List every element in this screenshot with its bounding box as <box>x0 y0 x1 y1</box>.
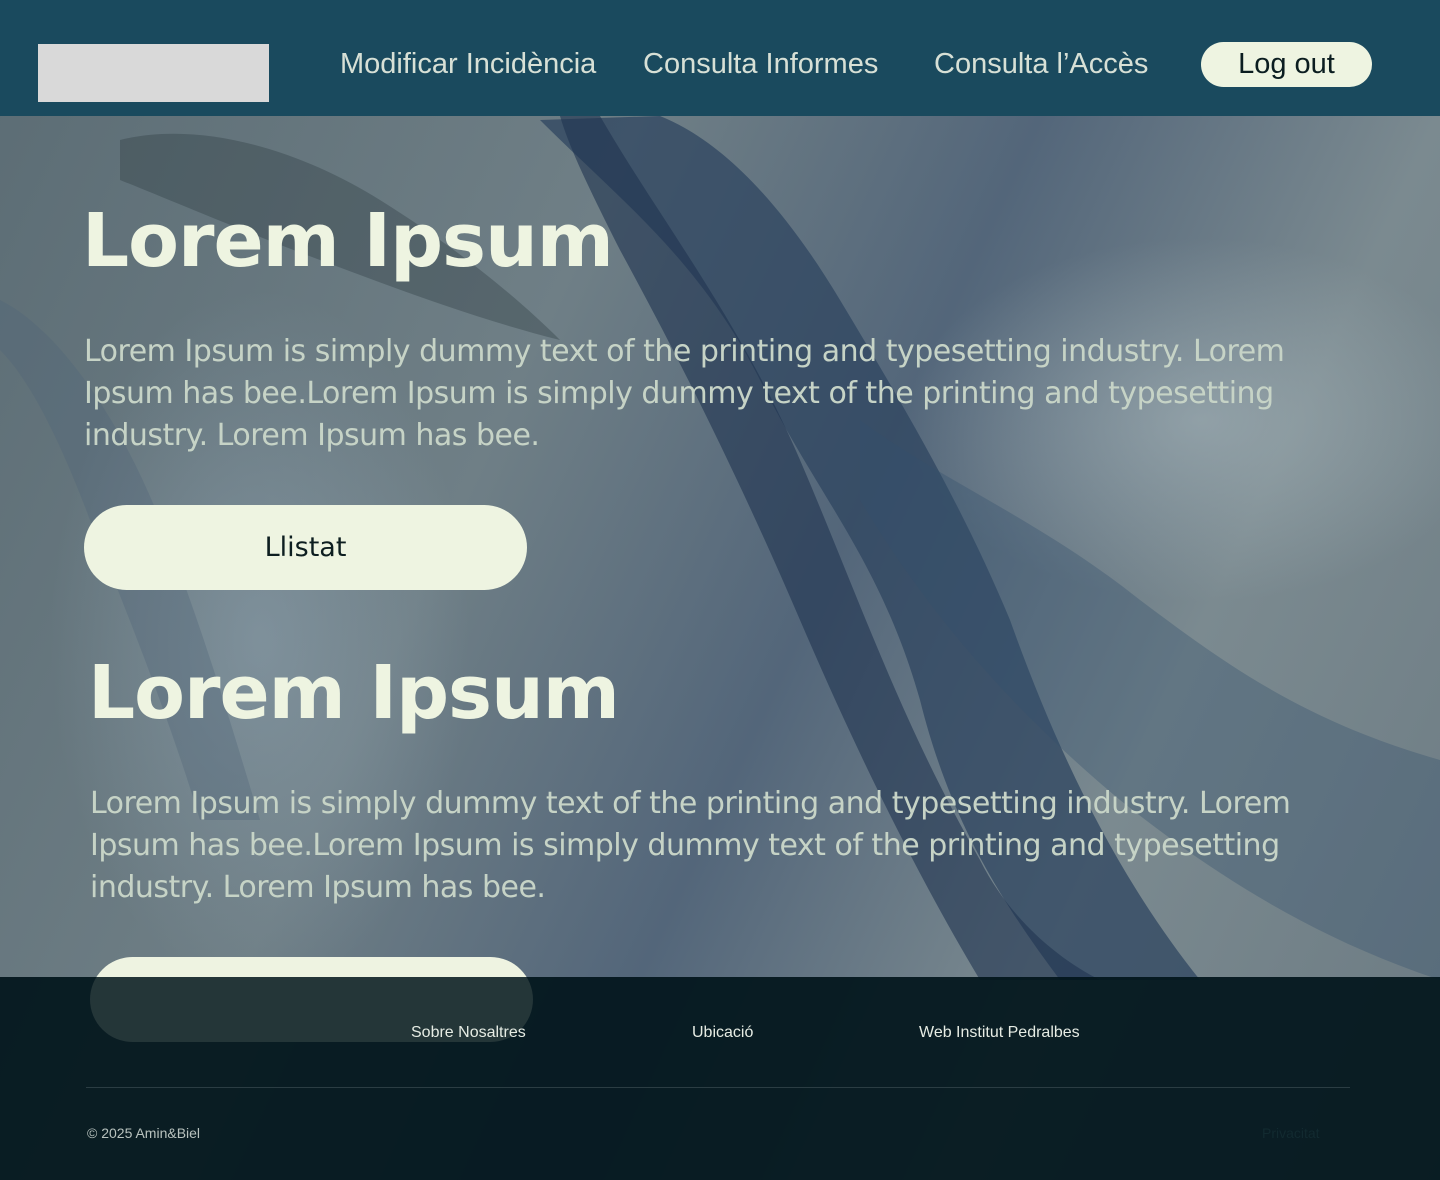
section-text: Lorem Ipsum is simply dummy text of the … <box>90 786 1291 905</box>
footer-divider <box>86 1087 1350 1088</box>
copyright-text: © 2025 Amin&Biel <box>87 1125 201 1141</box>
nav-consulta-acces[interactable]: Consulta l’Accès <box>934 44 1148 84</box>
top-header: Modificar Incidència Consulta Informes C… <box>0 0 1440 116</box>
footer-link-sobre-nosaltres[interactable]: Sobre Nosaltres <box>411 1024 526 1042</box>
logout-button[interactable]: Log out <box>1201 42 1372 87</box>
section-title: Lorem Ipsum <box>82 198 614 284</box>
section-title: Lorem Ipsum <box>88 650 620 736</box>
logo-placeholder[interactable] <box>38 44 269 102</box>
nav-consulta-informes[interactable]: Consulta Informes <box>643 44 878 84</box>
nav-modificar-incidencia[interactable]: Modificar Incidència <box>340 44 596 84</box>
footer-link-web-institut[interactable]: Web Institut Pedralbes <box>919 1024 1080 1042</box>
llistat-button[interactable]: Llistat <box>84 505 527 590</box>
footer-link-ubicacio[interactable]: Ubicació <box>692 1024 753 1042</box>
section-text: Lorem Ipsum is simply dummy text of the … <box>84 334 1285 453</box>
privacy-link[interactable]: Privacitat <box>1262 1125 1320 1141</box>
